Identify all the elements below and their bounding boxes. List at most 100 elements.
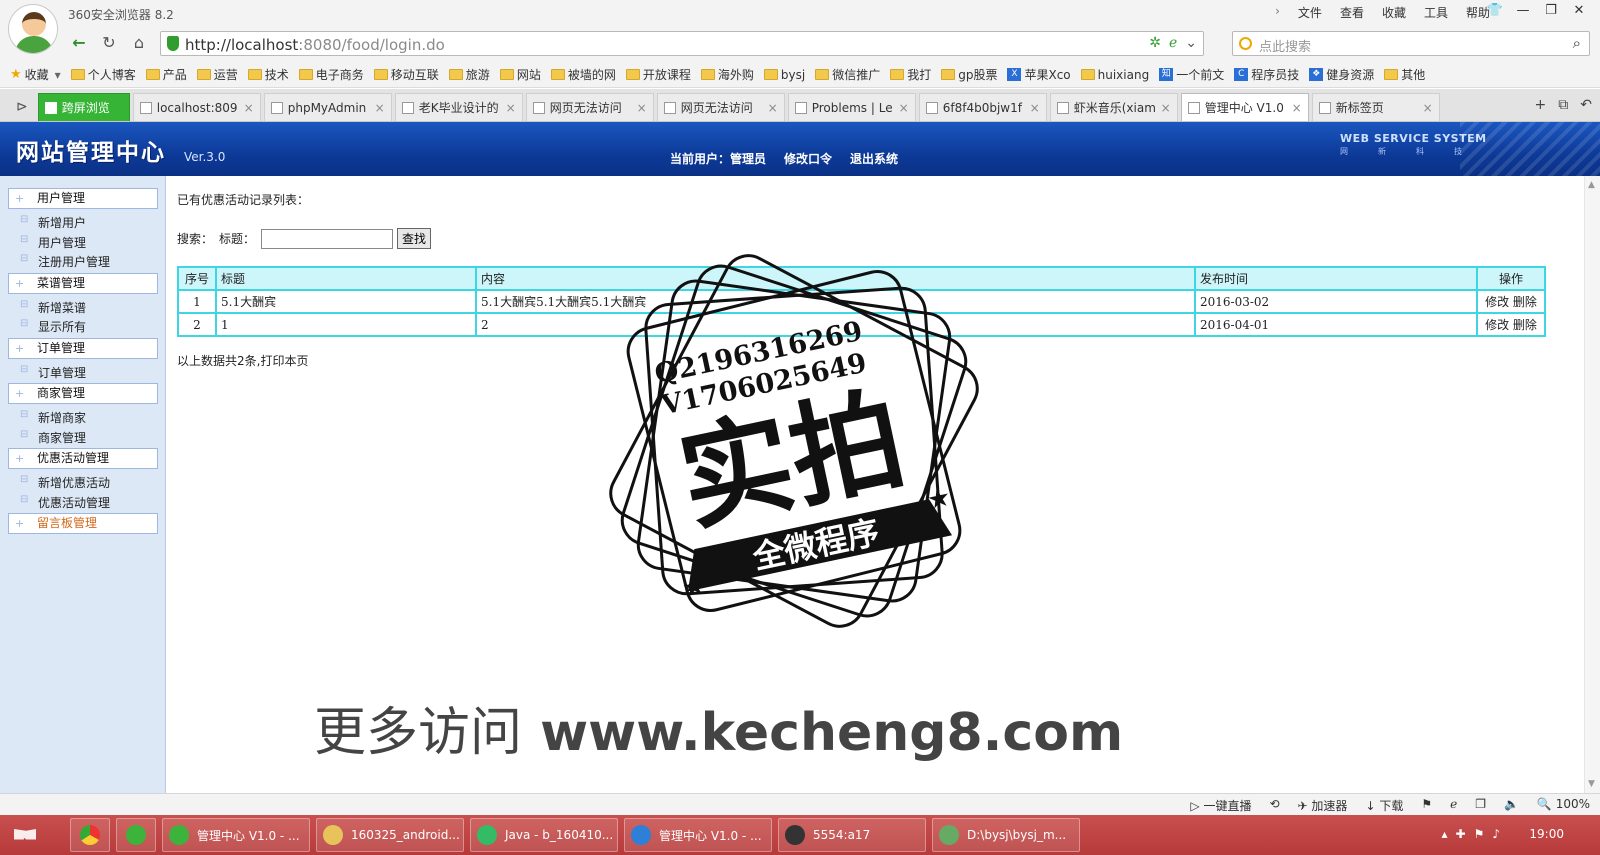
search-icon[interactable]: ⌕ xyxy=(1573,34,1581,52)
browser-tab[interactable]: 虾米音乐(xiam × xyxy=(1049,93,1178,121)
delete-link[interactable]: 删除 xyxy=(1513,295,1537,309)
close-tab-icon[interactable]: × xyxy=(506,101,516,115)
minimize-button[interactable]: — xyxy=(1510,2,1536,22)
flag-icon[interactable]: ⚑ xyxy=(1421,797,1432,814)
sidebar-item[interactable]: 注册用户管理 xyxy=(20,253,110,270)
search-input[interactable]: 点此搜索 ⌕ xyxy=(1232,31,1590,56)
refresh-icon[interactable]: ↻ xyxy=(96,31,122,55)
browser-tab[interactable]: 网页无法访问 × xyxy=(656,93,785,121)
back-arrow-icon[interactable]: ← xyxy=(66,31,92,55)
bookmark-item[interactable]: 知一个前文 xyxy=(1159,66,1224,83)
edit-link[interactable]: 修改 xyxy=(1485,318,1509,332)
taskbar-window[interactable]: D:\bysj\bysj_m... xyxy=(932,818,1080,852)
close-tab-icon[interactable]: × xyxy=(1423,101,1433,115)
scroll-down-icon[interactable]: ▼ xyxy=(1588,779,1595,789)
close-button[interactable]: ✕ xyxy=(1566,2,1592,22)
360-browser-taskbar-icon[interactable] xyxy=(116,818,156,852)
browser-tab[interactable]: phpMyAdmin × xyxy=(263,93,392,121)
change-password-link[interactable]: 修改口令 xyxy=(784,150,832,167)
taskbar-window[interactable]: 5554:a17 xyxy=(778,818,926,852)
sidebar-item[interactable]: 显示所有 xyxy=(20,318,86,335)
new-tab-icon[interactable]: + xyxy=(1535,97,1547,113)
bookmark-item[interactable]: 技术 xyxy=(247,66,289,83)
chevron-down-icon[interactable]: ▾ xyxy=(55,68,61,82)
close-tab-icon[interactable]: × xyxy=(375,101,385,115)
favorites-menu[interactable]: ★ 收藏 ▾ xyxy=(10,66,61,83)
browser-tab[interactable]: localhost:809 × xyxy=(132,93,261,121)
logout-link[interactable]: 退出系统 xyxy=(850,150,898,167)
bookmark-item[interactable]: 移动互联 xyxy=(373,66,439,83)
bookmark-item[interactable]: 被墙的网 xyxy=(550,66,616,83)
bookmark-item[interactable]: 海外购 xyxy=(700,66,754,83)
edit-link[interactable]: 修改 xyxy=(1485,295,1509,309)
sidebar-item[interactable]: 用户管理 xyxy=(20,234,86,251)
title-search-input[interactable] xyxy=(261,228,394,249)
accelerator-button[interactable]: ✈ 加速器 xyxy=(1298,797,1348,814)
sidebar-group-header[interactable]: 商家管理 xyxy=(8,383,158,404)
browser-tab[interactable]: 老K毕业设计的 × xyxy=(394,93,523,121)
sidebar-item[interactable]: 新增菜谱 xyxy=(20,299,86,316)
menu-file[interactable]: 文件 xyxy=(1298,4,1322,21)
url-bar[interactable]: http://localhost:8080/food/login.do ✲ ℯ … xyxy=(160,31,1204,56)
tray-up-icon[interactable]: ▴ xyxy=(1441,827,1447,841)
skin-icon[interactable]: 👕 xyxy=(1482,2,1508,22)
bookmark-item[interactable]: 网站 xyxy=(499,66,541,83)
scroll-up-icon[interactable]: ▲ xyxy=(1588,180,1595,190)
speaker-icon[interactable]: 🔈 xyxy=(1504,797,1519,814)
bookmark-item[interactable]: 旅游 xyxy=(448,66,490,83)
bookmark-item[interactable]: huixiang xyxy=(1080,66,1149,83)
undo-close-icon[interactable]: ↶ xyxy=(1580,97,1592,113)
bookmark-item[interactable]: 其他 xyxy=(1384,66,1425,83)
bookmark-item[interactable]: 电子商务 xyxy=(298,66,364,83)
print-link[interactable]: 打印本页 xyxy=(260,354,308,368)
tray-speaker-icon[interactable]: ♪ xyxy=(1492,827,1500,841)
browser-tab[interactable]: Problems | Le × xyxy=(787,93,916,121)
zoom-level[interactable]: 🔍 100% xyxy=(1537,797,1590,814)
sidebar-group-header[interactable]: 用户管理 xyxy=(8,188,158,209)
sidebar-group-header[interactable]: 菜谱管理 xyxy=(8,272,158,294)
bookmark-item[interactable]: bysj xyxy=(763,66,805,83)
taskbar-window[interactable]: Java - b_160410... xyxy=(470,818,618,852)
current-user-role[interactable]: 管理员 xyxy=(730,152,766,166)
close-tab-icon[interactable]: × xyxy=(1292,101,1302,115)
tray-network-icon[interactable]: ✚ xyxy=(1456,827,1466,841)
live-button[interactable]: ▷ 一键直播 xyxy=(1190,797,1251,814)
browser-tab[interactable]: 6f8f4b0bjw1f × xyxy=(918,93,1047,121)
sidebar-item[interactable]: 商家管理 xyxy=(20,429,86,446)
chrome-taskbar-icon[interactable] xyxy=(70,818,110,852)
sidebar-item[interactable]: 订单管理 xyxy=(20,364,86,381)
chevron-down-icon[interactable]: ⌄ xyxy=(1185,35,1197,51)
url-text[interactable]: http://localhost:8080/food/login.do xyxy=(185,36,445,54)
page-scrollbar[interactable]: ▲ ▼ xyxy=(1584,176,1600,793)
tray-flag-icon[interactable]: ⚑ xyxy=(1474,827,1485,841)
restore-tab-icon[interactable]: ⧉ xyxy=(1558,97,1568,113)
bookmark-item[interactable]: 运营 xyxy=(196,66,238,83)
close-tab-icon[interactable]: × xyxy=(637,101,647,115)
sidebar-group-header[interactable]: 留言板管理 xyxy=(8,513,158,534)
bookmark-item[interactable]: 产品 xyxy=(145,66,187,83)
compat-mode-icon[interactable]: ✲ xyxy=(1149,35,1161,51)
home-icon[interactable]: ⌂ xyxy=(126,31,152,55)
sidebar-item[interactable]: 新增用户 xyxy=(20,214,86,231)
browser-tab[interactable]: 网页无法访问 × xyxy=(525,93,654,121)
sidebar-group-header[interactable]: 订单管理 xyxy=(8,337,158,359)
gesture-icon[interactable]: ⟲ xyxy=(1269,797,1279,814)
window-icon[interactable]: ❐ xyxy=(1475,797,1486,814)
taskbar-window[interactable]: 管理中心 V1.0 - ... xyxy=(162,818,310,852)
speed-mode-icon[interactable]: ℯ xyxy=(1169,35,1177,51)
menu-favorites[interactable]: 收藏 xyxy=(1382,4,1406,21)
bookmark-item[interactable]: gp股票 xyxy=(941,66,997,83)
bookmark-item[interactable]: X 苹果Xco xyxy=(1007,66,1071,83)
taskbar-clock[interactable]: 19:00 xyxy=(1529,827,1564,841)
sidebar-item[interactable]: 新增优惠活动 xyxy=(20,474,110,491)
close-tab-icon[interactable]: × xyxy=(899,101,909,115)
find-button[interactable]: 查找 xyxy=(397,228,432,249)
ie-icon[interactable]: ℯ xyxy=(1450,797,1457,814)
close-tab-icon[interactable]: × xyxy=(244,101,254,115)
start-button[interactable] xyxy=(0,815,50,855)
menu-tools[interactable]: 工具 xyxy=(1424,4,1448,21)
user-avatar[interactable] xyxy=(8,4,58,54)
bookmark-item[interactable]: ❖ 健身资源 xyxy=(1309,66,1374,83)
close-tab-icon[interactable]: × xyxy=(1030,101,1040,115)
bookmark-item[interactable]: 开放课程 xyxy=(625,66,691,83)
